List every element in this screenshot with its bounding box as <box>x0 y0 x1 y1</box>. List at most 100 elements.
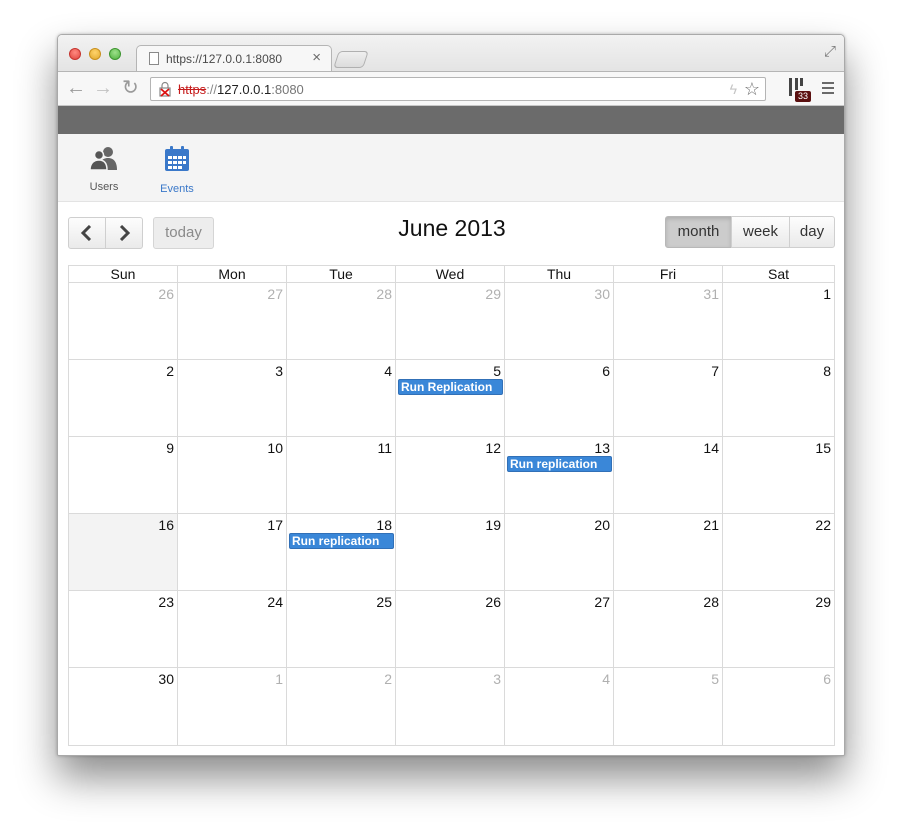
lightning-icon[interactable]: ϟ <box>730 81 737 97</box>
day-number: 3 <box>493 671 501 687</box>
address-bar[interactable]: https://127.0.0.1:8080 ϟ ☆ <box>150 77 766 101</box>
day-number: 1 <box>275 671 283 687</box>
day-cell[interactable]: 12 <box>396 437 505 513</box>
day-cell[interactable]: 22 <box>723 514 834 590</box>
day-cell[interactable]: 20 <box>505 514 614 590</box>
day-cell[interactable]: 4 <box>287 360 396 436</box>
forward-arrow-icon[interactable]: → <box>93 77 113 99</box>
day-cell-today[interactable]: 16 <box>69 514 178 590</box>
day-number: 24 <box>267 594 283 610</box>
day-cell[interactable]: 7 <box>614 360 723 436</box>
week-row: 16 17 18 Run replication 19 20 21 22 <box>69 514 834 591</box>
window-zoom-button[interactable] <box>109 48 121 60</box>
view-month-button[interactable]: month <box>665 216 732 248</box>
day-number: 30 <box>158 671 174 687</box>
window-close-button[interactable] <box>69 48 81 60</box>
day-number: 4 <box>384 363 392 379</box>
day-cell[interactable]: 28 <box>287 283 396 359</box>
day-cell[interactable]: 6 <box>505 360 614 436</box>
day-cell[interactable]: 25 <box>287 591 396 667</box>
day-cell[interactable]: 26 <box>396 591 505 667</box>
day-cell[interactable]: 27 <box>505 591 614 667</box>
day-of-week-label: Fri <box>614 266 723 282</box>
browser-tab[interactable]: https://127.0.0.1:8080 × <box>136 45 332 72</box>
day-cell[interactable]: 23 <box>69 591 178 667</box>
nav-item-users[interactable]: Users <box>74 146 134 193</box>
extension-button[interactable]: 33 <box>789 78 811 102</box>
day-cell[interactable]: 1 <box>178 668 287 745</box>
day-cell[interactable]: 26 <box>69 283 178 359</box>
day-cell[interactable]: 3 <box>396 668 505 745</box>
day-cell[interactable]: 8 <box>723 360 834 436</box>
day-cell[interactable]: 29 <box>723 591 834 667</box>
day-number: 23 <box>158 594 174 610</box>
nav-item-events[interactable]: Events <box>147 146 207 195</box>
day-cell[interactable]: 2 <box>287 668 396 745</box>
day-cell[interactable]: 10 <box>178 437 287 513</box>
hamburger-menu-icon[interactable] <box>822 82 834 97</box>
day-cell[interactable]: 4 <box>505 668 614 745</box>
calendar-event[interactable]: Run replication <box>289 533 394 549</box>
day-number: 20 <box>594 517 610 533</box>
day-number: 14 <box>703 440 719 456</box>
url-scheme: https <box>178 82 207 97</box>
day-cell[interactable]: 31 <box>614 283 723 359</box>
week-row: 23 24 25 26 27 28 29 <box>69 591 834 668</box>
reload-icon[interactable]: ↻ <box>122 77 139 99</box>
calendar-event[interactable]: Run replication <box>507 456 612 472</box>
day-cell[interactable]: 29 <box>396 283 505 359</box>
day-cell[interactable]: 14 <box>614 437 723 513</box>
day-number: 4 <box>602 671 610 687</box>
day-cell[interactable]: 28 <box>614 591 723 667</box>
day-number: 18 <box>376 517 392 533</box>
day-number: 8 <box>823 363 831 379</box>
extension-badge: 33 <box>795 91 811 102</box>
day-cell[interactable]: 18 Run replication <box>287 514 396 590</box>
day-number: 11 <box>377 440 392 456</box>
app-navigation: Users Events <box>58 134 844 202</box>
day-cell[interactable]: 24 <box>178 591 287 667</box>
day-cell[interactable]: 17 <box>178 514 287 590</box>
day-cell[interactable]: 30 <box>505 283 614 359</box>
fullscreen-icon[interactable]: ⤢ <box>824 43 836 60</box>
day-number: 2 <box>384 671 392 687</box>
day-cell[interactable]: 21 <box>614 514 723 590</box>
tab-strip: https://127.0.0.1:8080 × ⤢ <box>58 35 844 72</box>
view-day-button[interactable]: day <box>789 216 835 248</box>
window-minimize-button[interactable] <box>89 48 101 60</box>
week-row: 9 10 11 12 13 Run replication 14 15 <box>69 437 834 514</box>
bookmark-star-icon[interactable]: ☆ <box>744 79 760 100</box>
calendar-icon <box>165 146 189 171</box>
day-cell[interactable]: 19 <box>396 514 505 590</box>
new-tab-button[interactable] <box>333 51 369 68</box>
day-number: 27 <box>594 594 610 610</box>
url-text: https://127.0.0.1:8080 <box>178 82 304 97</box>
day-of-week-label: Thu <box>505 266 614 282</box>
day-cell[interactable]: 11 <box>287 437 396 513</box>
url-separator: :// <box>206 82 218 97</box>
day-of-week-label: Sun <box>69 266 178 282</box>
day-cell[interactable]: 6 <box>723 668 834 745</box>
day-number: 22 <box>815 517 831 533</box>
day-cell[interactable]: 5 Run Replication <box>396 360 505 436</box>
day-cell[interactable]: 13 Run replication <box>505 437 614 513</box>
day-cell[interactable]: 1 <box>723 283 834 359</box>
day-cell[interactable]: 15 <box>723 437 834 513</box>
view-week-button[interactable]: week <box>731 216 790 248</box>
tab-close-icon[interactable]: × <box>312 49 321 66</box>
day-number: 9 <box>166 440 174 456</box>
day-cell[interactable]: 2 <box>69 360 178 436</box>
day-cell[interactable]: 9 <box>69 437 178 513</box>
day-number: 13 <box>594 440 610 456</box>
day-number: 17 <box>267 517 283 533</box>
day-cell[interactable]: 3 <box>178 360 287 436</box>
back-arrow-icon[interactable]: ← <box>66 77 86 99</box>
week-row: 2 3 4 5 Run Replication 6 7 8 <box>69 360 834 437</box>
day-cell[interactable]: 27 <box>178 283 287 359</box>
day-of-week-label: Mon <box>178 266 287 282</box>
day-cell[interactable]: 5 <box>614 668 723 745</box>
day-cell[interactable]: 30 <box>69 668 178 745</box>
browser-toolbar: ← → ↻ https://127.0.0.1:8080 ϟ ☆ 33 <box>58 71 844 106</box>
calendar-event[interactable]: Run Replication <box>398 379 503 395</box>
day-number: 26 <box>485 594 501 610</box>
